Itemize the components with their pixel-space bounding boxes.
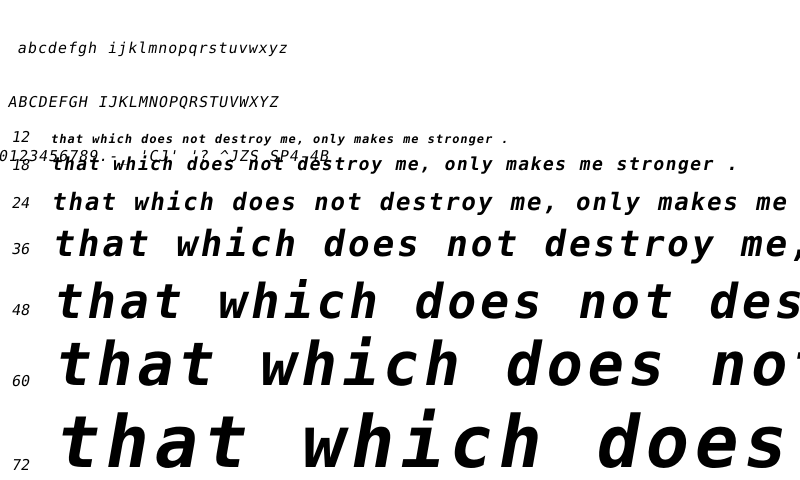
sample-row-24: 24 that which does not destroy me, only … bbox=[0, 188, 800, 218]
sample-text: that which does not destroy me, only mak… bbox=[50, 154, 742, 175]
sample-row-60: 60 that which does not destroy me, only … bbox=[0, 336, 800, 404]
sample-text: that which does not destroy me, only mak… bbox=[50, 336, 800, 400]
sample-row-18: 18 that which does not destroy me, only … bbox=[0, 154, 800, 178]
size-label: 36 bbox=[10, 240, 32, 258]
sample-text: that which does not destroy me, only mak… bbox=[50, 276, 800, 330]
sample-row-48: 48 that which does not destroy me, only … bbox=[0, 276, 800, 332]
sample-text: that which does not destroy me, only mak… bbox=[50, 408, 800, 480]
sample-text: that which does not destroy me, only mak… bbox=[50, 188, 792, 216]
sample-text: that which does not destroy me, only mak… bbox=[50, 224, 800, 265]
sample-row-72: 72 that which does not destroy me, only … bbox=[0, 408, 800, 480]
size-label: 48 bbox=[10, 301, 32, 319]
sample-row-12: 12 that which does not destroy me, only … bbox=[0, 128, 800, 148]
size-label: 24 bbox=[10, 194, 32, 212]
lowercase-glyphs: abcdefgh ijklmnopqrstuvwxyz bbox=[16, 39, 291, 57]
size-label: 18 bbox=[10, 156, 32, 174]
sample-text: that which does not destroy me, only mak… bbox=[50, 132, 511, 146]
size-label: 12 bbox=[10, 128, 32, 146]
uppercase-glyphs: ABCDEFGH IJKLMNOPQRSTUVWXYZ bbox=[6, 93, 281, 111]
sample-row-36: 36 that which does not destroy me, only … bbox=[0, 224, 800, 268]
size-label: 72 bbox=[10, 456, 32, 474]
size-label: 60 bbox=[10, 372, 32, 390]
